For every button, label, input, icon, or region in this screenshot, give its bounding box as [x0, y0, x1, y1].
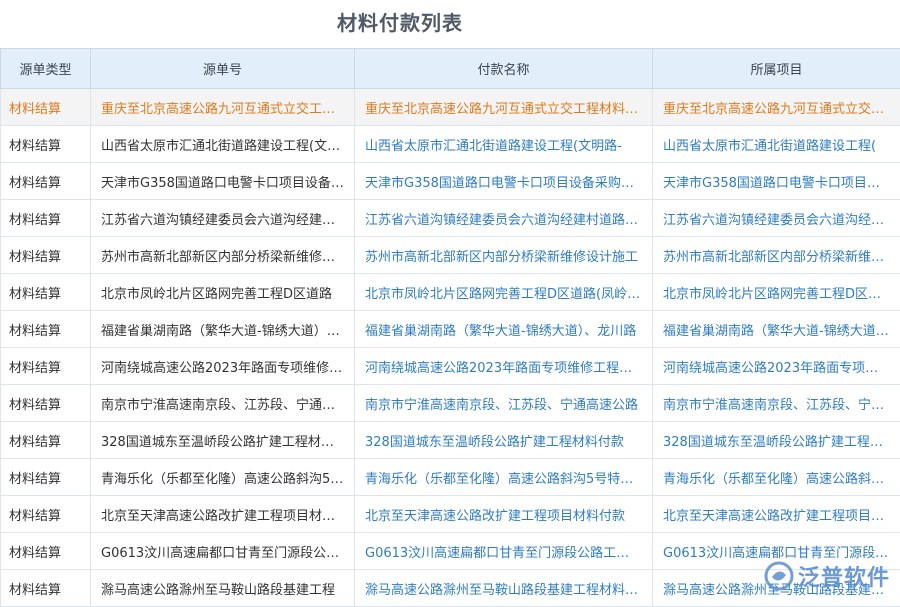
cell-project[interactable]: 北京至天津高速公路改扩建工程项目材料	[653, 496, 900, 533]
cell-source-type: 材料结算	[1, 422, 91, 459]
cell-source-no[interactable]: 福建省巢湖南路（繁华大道-锦绣大道）工程	[91, 311, 355, 348]
cell-payment-name[interactable]: 南京市宁淮高速南京段、江苏段、宁通高速公路	[355, 385, 653, 422]
fanpu-logo-icon	[764, 561, 794, 591]
cell-payment-name[interactable]: G0613汶川高速扁都口甘青至门源段公路工程项目	[355, 533, 653, 570]
page-title: 材料付款列表	[0, 0, 800, 48]
cell-source-type: 材料结算	[1, 496, 91, 533]
cell-source-type: 材料结算	[1, 311, 91, 348]
cell-source-no[interactable]: 河南绕城高速公路2023年路面专项维修工程	[91, 348, 355, 385]
table-body: 材料结算重庆至北京高速公路九河互通式立交工程材料结算重庆至北京高速公路九河互通式…	[1, 89, 900, 607]
cell-source-no[interactable]: 青海乐化（乐都至化隆）高速公路斜沟5号特大桥	[91, 459, 355, 496]
table-row[interactable]: 材料结算北京至天津高速公路改扩建工程项目材料结算北京至天津高速公路改扩建工程项目…	[1, 496, 900, 533]
cell-source-no[interactable]: 江苏省六道沟镇经建委员会六道沟经建村道路	[91, 200, 355, 237]
brand-logo: 泛普软件	[764, 558, 890, 594]
cell-payment-name[interactable]: 福建省巢湖南路（繁华大道-锦绣大道）、龙川路	[355, 311, 653, 348]
cell-source-type: 材料结算	[1, 385, 91, 422]
col-header-project[interactable]: 所属项目	[653, 49, 900, 89]
table-row[interactable]: 材料结算北京市凤岭北片区路网完善工程D区道路北京市凤岭北片区路网完善工程D区道路…	[1, 274, 900, 311]
logo-text: 泛普软件	[798, 560, 890, 592]
cell-source-no[interactable]: G0613汶川高速扁都口甘青至门源段公路工程	[91, 533, 355, 570]
cell-payment-name[interactable]: 328国道城东至温峤段公路扩建工程材料付款	[355, 422, 653, 459]
cell-project[interactable]: 北京市凤岭北片区路网完善工程D区道路	[653, 274, 900, 311]
cell-payment-name[interactable]: 苏州市高新北部新区内部分桥梁新维修设计施工	[355, 237, 653, 274]
cell-payment-name[interactable]: 山西省太原市汇通北街道路建设工程(文明路-	[355, 126, 653, 163]
table-row[interactable]: 材料结算江苏省六道沟镇经建委员会六道沟经建村道路江苏省六道沟镇经建委员会六道沟经…	[1, 200, 900, 237]
cell-source-no[interactable]: 重庆至北京高速公路九河互通式立交工程材料结算	[91, 89, 355, 126]
cell-source-type: 材料结算	[1, 570, 91, 607]
cell-project[interactable]: 天津市G358国道路口电警卡口项目设备采购	[653, 163, 900, 200]
cell-payment-name[interactable]: 滁马高速公路滁州至马鞍山路段基建工程材料付款	[355, 570, 653, 607]
cell-source-type: 材料结算	[1, 126, 91, 163]
table-row[interactable]: 材料结算天津市G358国道路口电警卡口项目设备采购天津市G358国道路口电警卡口…	[1, 163, 900, 200]
cell-project[interactable]: 328国道城东至温峤段公路扩建工程项目	[653, 422, 900, 459]
cell-payment-name[interactable]: 江苏省六道沟镇经建委员会六道沟经建村道路工程	[355, 200, 653, 237]
cell-project[interactable]: 江苏省六道沟镇经建委员会六道沟经建村	[653, 200, 900, 237]
cell-source-no[interactable]: 328国道城东至温峤段公路扩建工程材料结算	[91, 422, 355, 459]
cell-payment-name[interactable]: 青海乐化（乐都至化隆）高速公路斜沟5号特大桥	[355, 459, 653, 496]
cell-source-no[interactable]: 山西省太原市汇通北街道路建设工程(文明路-	[91, 126, 355, 163]
col-header-payment-name[interactable]: 付款名称	[355, 49, 653, 89]
cell-project[interactable]: 重庆至北京高速公路九河互通式立交工程	[653, 89, 900, 126]
col-header-source-no[interactable]: 源单号	[91, 49, 355, 89]
cell-source-type: 材料结算	[1, 89, 91, 126]
cell-project[interactable]: 青海乐化（乐都至化隆）高速公路斜沟5号	[653, 459, 900, 496]
table-row[interactable]: 材料结算南京市宁淮高速南京段、江苏段、宁通高速南京市宁淮高速南京段、江苏段、宁通…	[1, 385, 900, 422]
col-header-source-type[interactable]: 源单类型	[1, 49, 91, 89]
table-row[interactable]: 材料结算328国道城东至温峤段公路扩建工程材料结算328国道城东至温峤段公路扩建…	[1, 422, 900, 459]
cell-source-no[interactable]: 滁马高速公路滁州至马鞍山路段基建工程	[91, 570, 355, 607]
table-row[interactable]: 材料结算福建省巢湖南路（繁华大道-锦绣大道）工程福建省巢湖南路（繁华大道-锦绣大…	[1, 311, 900, 348]
cell-source-type: 材料结算	[1, 274, 91, 311]
cell-payment-name[interactable]: 天津市G358国道路口电警卡口项目设备采购项目	[355, 163, 653, 200]
table-row[interactable]: 材料结算山西省太原市汇通北街道路建设工程(文明路-山西省太原市汇通北街道路建设工…	[1, 126, 900, 163]
table-row[interactable]: 材料结算苏州市高新北部新区内部分桥梁新维修设计苏州市高新北部新区内部分桥梁新维修…	[1, 237, 900, 274]
cell-source-no[interactable]: 苏州市高新北部新区内部分桥梁新维修设计	[91, 237, 355, 274]
table-row[interactable]: 材料结算河南绕城高速公路2023年路面专项维修工程河南绕城高速公路2023年路面…	[1, 348, 900, 385]
cell-source-no[interactable]: 北京市凤岭北片区路网完善工程D区道路	[91, 274, 355, 311]
cell-source-type: 材料结算	[1, 237, 91, 274]
cell-project[interactable]: 南京市宁淮高速南京段、江苏段、宁通高速	[653, 385, 900, 422]
cell-project[interactable]: 福建省巢湖南路（繁华大道-锦绣大道）工程	[653, 311, 900, 348]
cell-project[interactable]: 山西省太原市汇通北街道路建设工程(	[653, 126, 900, 163]
cell-source-no[interactable]: 天津市G358国道路口电警卡口项目设备采购	[91, 163, 355, 200]
payment-table: 源单类型 源单号 付款名称 所属项目 材料结算重庆至北京高速公路九河互通式立交工…	[0, 48, 900, 607]
cell-project[interactable]: 苏州市高新北部新区内部分桥梁新维修设计	[653, 237, 900, 274]
cell-source-type: 材料结算	[1, 163, 91, 200]
table-row[interactable]: 材料结算重庆至北京高速公路九河互通式立交工程材料结算重庆至北京高速公路九河互通式…	[1, 89, 900, 126]
cell-payment-name[interactable]: 河南绕城高速公路2023年路面专项维修工程项目	[355, 348, 653, 385]
cell-source-type: 材料结算	[1, 459, 91, 496]
cell-source-type: 材料结算	[1, 533, 91, 570]
cell-payment-name[interactable]: 北京市凤岭北片区路网完善工程D区道路(凤岭北路)	[355, 274, 653, 311]
cell-source-type: 材料结算	[1, 200, 91, 237]
cell-payment-name[interactable]: 北京至天津高速公路改扩建工程项目材料付款	[355, 496, 653, 533]
cell-source-no[interactable]: 北京至天津高速公路改扩建工程项目材料结算	[91, 496, 355, 533]
cell-source-no[interactable]: 南京市宁淮高速南京段、江苏段、宁通高速	[91, 385, 355, 422]
cell-source-type: 材料结算	[1, 348, 91, 385]
table-header-row: 源单类型 源单号 付款名称 所属项目	[1, 49, 900, 89]
cell-payment-name[interactable]: 重庆至北京高速公路九河互通式立交工程材料付款	[355, 89, 653, 126]
cell-project[interactable]: 河南绕城高速公路2023年路面专项维修工程	[653, 348, 900, 385]
table-row[interactable]: 材料结算青海乐化（乐都至化隆）高速公路斜沟5号特大桥青海乐化（乐都至化隆）高速公…	[1, 459, 900, 496]
